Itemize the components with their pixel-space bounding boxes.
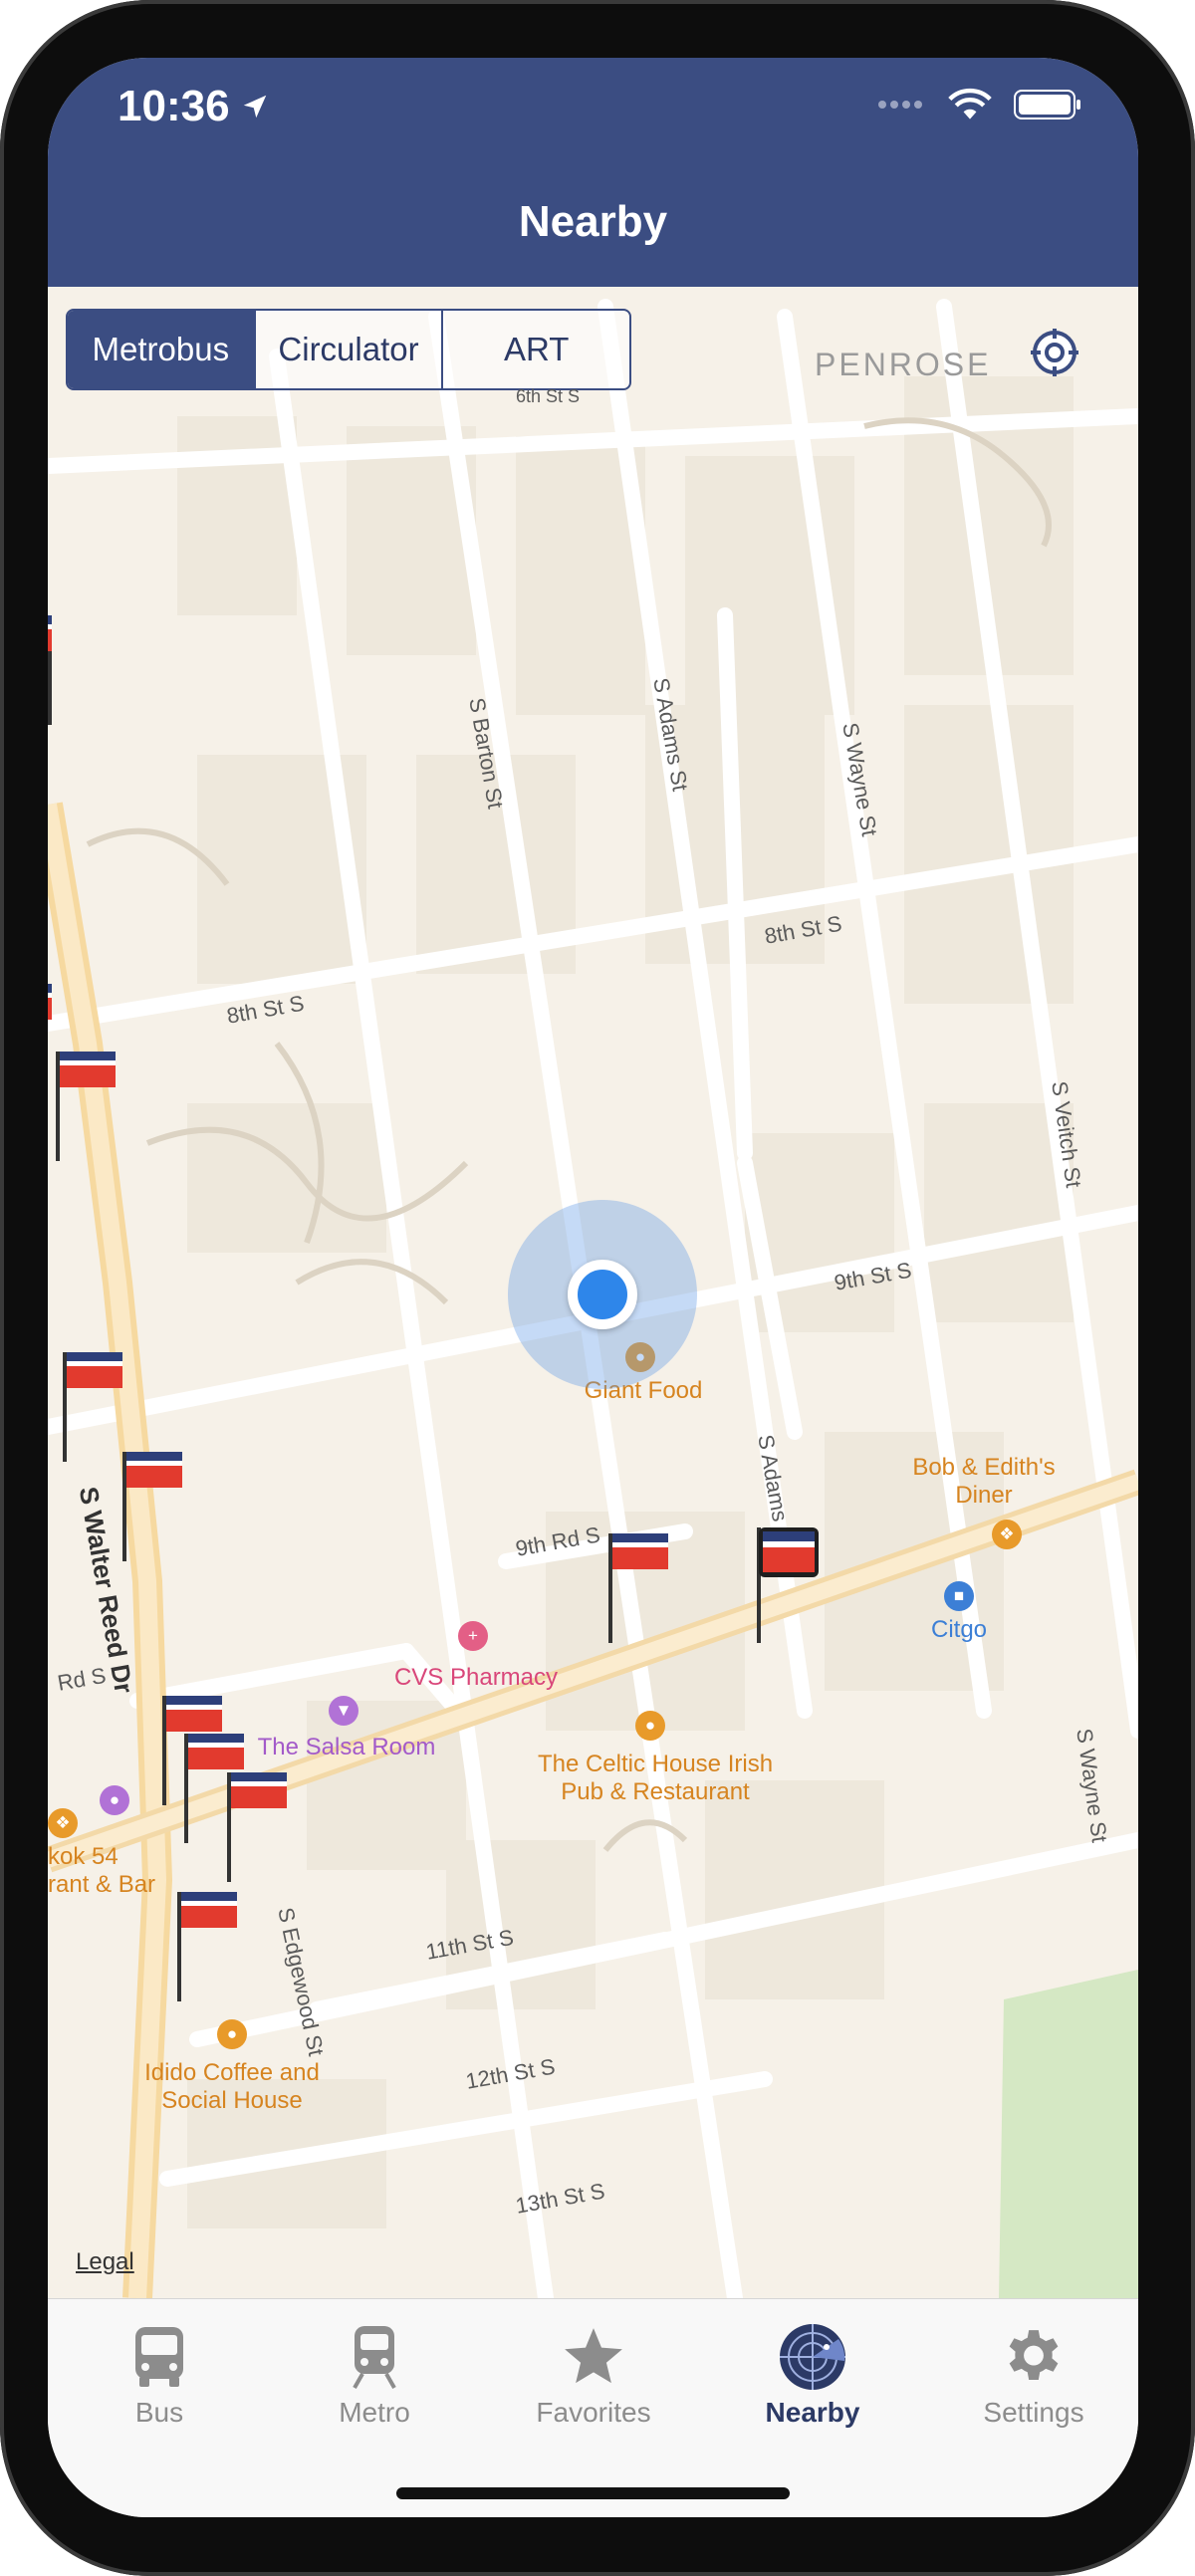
fuel-icon[interactable]: ■ (944, 1581, 974, 1611)
nav-header: 10:36 Nearby (48, 58, 1138, 287)
location-target-icon[interactable] (1029, 327, 1080, 378)
status-indicators (876, 88, 1083, 121)
radar-icon (780, 2324, 845, 2390)
phone-screen: 10:36 Nearby Metrobus Circulator ART PEN… (48, 58, 1138, 2517)
location-arrow-icon (243, 95, 266, 118)
tab-label: Nearby (765, 2397, 860, 2428)
bus-stop-flag-icon[interactable] (63, 1352, 124, 1472)
bus-stop-flag-icon[interactable] (122, 1452, 184, 1571)
battery-icon (1014, 90, 1080, 119)
restaurant-icon[interactable]: ❖ (48, 1808, 78, 1838)
tab-favorites[interactable]: Favorites (494, 2317, 693, 2429)
poi-salsa-room[interactable]: The Salsa Room (237, 1734, 456, 1761)
map-view[interactable]: Metrobus Circulator ART PENROSE 6th St S… (48, 287, 1138, 2298)
tab-settings[interactable]: Settings (934, 2317, 1133, 2429)
segment-circulator[interactable]: Circulator (256, 311, 444, 388)
star-icon (565, 2328, 622, 2384)
poi-bob-ediths-diner[interactable]: Bob & Edith's Diner (904, 1454, 1064, 1510)
street-label: 6th St S (516, 386, 581, 406)
poi-celtic-house[interactable]: The Celtic House Irish Pub & Restaurant (536, 1751, 775, 1806)
user-location-dot (568, 1260, 637, 1329)
bus-stop-flag-icon[interactable] (227, 1772, 289, 1892)
status-time: 10:36 (118, 82, 270, 131)
tab-label: Favorites (536, 2397, 651, 2428)
restaurant-icon[interactable]: ● (100, 1785, 129, 1815)
tab-metro[interactable]: Metro (275, 2317, 474, 2429)
cocktail-icon[interactable]: ▼ (329, 1696, 358, 1726)
neighborhood-label: PENROSE (815, 347, 992, 382)
poi-cvs-pharmacy[interactable]: CVS Pharmacy (376, 1664, 576, 1692)
map-legal-link[interactable]: Legal (76, 2248, 134, 2276)
signal-dots-icon (878, 101, 922, 109)
wifi-icon (948, 88, 992, 119)
bus-icon (135, 2327, 183, 2387)
bus-stop-flag-icon[interactable] (56, 1052, 118, 1171)
pub-icon[interactable]: ● (635, 1711, 665, 1741)
train-icon (353, 2326, 396, 2389)
bus-stop-flag-icon[interactable] (177, 1892, 239, 2011)
tab-label: Bus (134, 2397, 184, 2428)
bus-stop-flag-icon[interactable] (48, 615, 110, 735)
segment-metrobus[interactable]: Metrobus (68, 311, 256, 388)
bus-stop-flag-icon[interactable] (608, 1533, 670, 1653)
home-indicator (396, 2487, 790, 2499)
bus-stop-flag-selected-icon[interactable] (757, 1527, 819, 1647)
poi-idido-coffee[interactable]: Idido Coffee and Social House (122, 2059, 342, 2115)
gear-icon (1009, 2330, 1059, 2380)
pharmacy-icon[interactable]: + (458, 1621, 488, 1651)
coffee-icon[interactable]: ● (217, 2019, 247, 2049)
page-title: Nearby (518, 197, 668, 246)
phone-frame: 10:36 Nearby Metrobus Circulator ART PEN… (0, 0, 1195, 2576)
tab-label: Metro (339, 2397, 410, 2428)
fork-knife-icon[interactable]: ❖ (992, 1520, 1022, 1549)
route-type-segmented-control[interactable]: Metrobus Circulator ART (66, 309, 631, 390)
tab-bar: Bus Metro Favorites Nearby Settings (48, 2298, 1138, 2517)
tab-bus[interactable]: Bus (60, 2317, 259, 2429)
poi-citgo[interactable]: Citgo (894, 1616, 1024, 1644)
tab-nearby[interactable]: Nearby (713, 2317, 912, 2429)
segment-art[interactable]: ART (443, 311, 629, 388)
tab-label: Settings (983, 2397, 1084, 2428)
poi-bangkok-54[interactable]: kok 54 rant & Bar (48, 1843, 157, 1899)
status-time-text: 10:36 (118, 82, 230, 130)
